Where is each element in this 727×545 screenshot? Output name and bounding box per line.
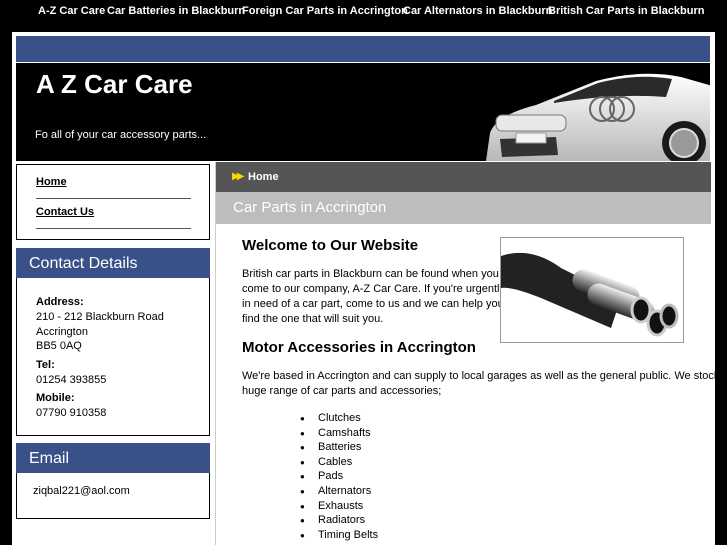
contact-details-box: Address: 210 - 212 Blackburn Road Accrin… — [16, 278, 210, 436]
breadcrumb: ▶▶ Home — [216, 162, 711, 192]
page-heading-bar: Car Parts in Accrington — [216, 192, 711, 224]
list-item: Cables — [300, 456, 378, 471]
main-content: ▶▶ Home Car Parts in Accrington Welcome … — [215, 162, 727, 545]
email-box: ziqbal221@aol.com — [16, 473, 210, 519]
car-image — [486, 73, 710, 161]
motor-accessories-heading: Motor Accessories in Accrington — [242, 339, 476, 356]
mobile-number: 07790 910358 — [36, 407, 107, 419]
sidebar-menu: Home Contact Us — [16, 164, 210, 240]
parts-list: Clutches Camshafts Batteries Cables Pads… — [300, 412, 378, 543]
list-item: Radiators — [300, 514, 378, 529]
list-item: Pads — [300, 470, 378, 485]
address-label: Address: — [36, 296, 84, 308]
list-item: Clutches — [300, 412, 378, 427]
address-line: BB5 0AQ — [36, 340, 82, 352]
address-line: Accrington — [36, 326, 88, 338]
tel-label: Tel: — [36, 359, 55, 371]
menu-divider — [36, 198, 191, 199]
email-address[interactable]: ziqbal221@aol.com — [33, 485, 130, 497]
top-nav-link-car-batteries[interactable]: Car Batteries in Blackburn — [107, 5, 245, 17]
tel-number: 01254 393855 — [36, 374, 107, 386]
sidebar-item-home[interactable]: Home — [36, 176, 67, 188]
motor-line: huge range of car parts and accessories; — [242, 385, 442, 397]
list-item: Exhausts — [300, 500, 378, 515]
site-tagline: Fo all of your car accessory parts... — [35, 129, 207, 141]
exhaust-pipes-image — [500, 237, 684, 343]
header-blue-bar — [16, 36, 710, 62]
header-banner: A Z Car Care Fo all of your car accessor… — [16, 63, 710, 161]
list-item: Camshafts — [300, 427, 378, 442]
top-navigation: A-Z Car Care Car Batteries in Blackburn … — [0, 0, 727, 24]
welcome-heading: Welcome to Our Website — [242, 237, 419, 254]
top-nav-link-foreign-car-parts[interactable]: Foreign Car Parts in Accrington — [242, 5, 408, 17]
menu-divider — [36, 228, 191, 229]
list-item: Batteries — [300, 441, 378, 456]
page-title: Car Parts in Accrington — [233, 199, 387, 216]
sidebar-item-contact-us[interactable]: Contact Us — [36, 206, 94, 218]
top-nav-link-british-car-parts[interactable]: British Car Parts in Blackburn — [548, 5, 705, 17]
address-line: 210 - 212 Blackburn Road — [36, 311, 164, 323]
double-arrow-icon: ▶▶ — [232, 171, 245, 182]
welcome-line: British car parts in Blackburn can be fo… — [242, 268, 499, 280]
welcome-line: in need of a car part, come to us and we… — [242, 298, 504, 310]
welcome-line: find the one that will suit you. — [242, 313, 384, 325]
list-item: Timing Belts — [300, 529, 378, 544]
contact-details-heading: Contact Details — [16, 248, 210, 278]
breadcrumb-home-link[interactable]: Home — [248, 171, 279, 183]
mobile-label: Mobile: — [36, 392, 75, 404]
motor-line: We're based in Accrington and can supply… — [242, 370, 727, 382]
top-nav-link-car-alternators[interactable]: Car Alternators in Blackburn — [403, 5, 552, 17]
welcome-paragraph: British car parts in Blackburn can be fo… — [242, 267, 505, 327]
list-item: Alternators — [300, 485, 378, 500]
welcome-line: come to our company, A-Z Car Care. If yo… — [242, 283, 505, 295]
motor-paragraph: We're based in Accrington and can supply… — [242, 369, 727, 399]
site-title: A Z Car Care — [36, 69, 193, 99]
top-nav-link-az-car-care[interactable]: A-Z Car Care — [38, 5, 105, 17]
email-heading: Email — [16, 443, 210, 473]
